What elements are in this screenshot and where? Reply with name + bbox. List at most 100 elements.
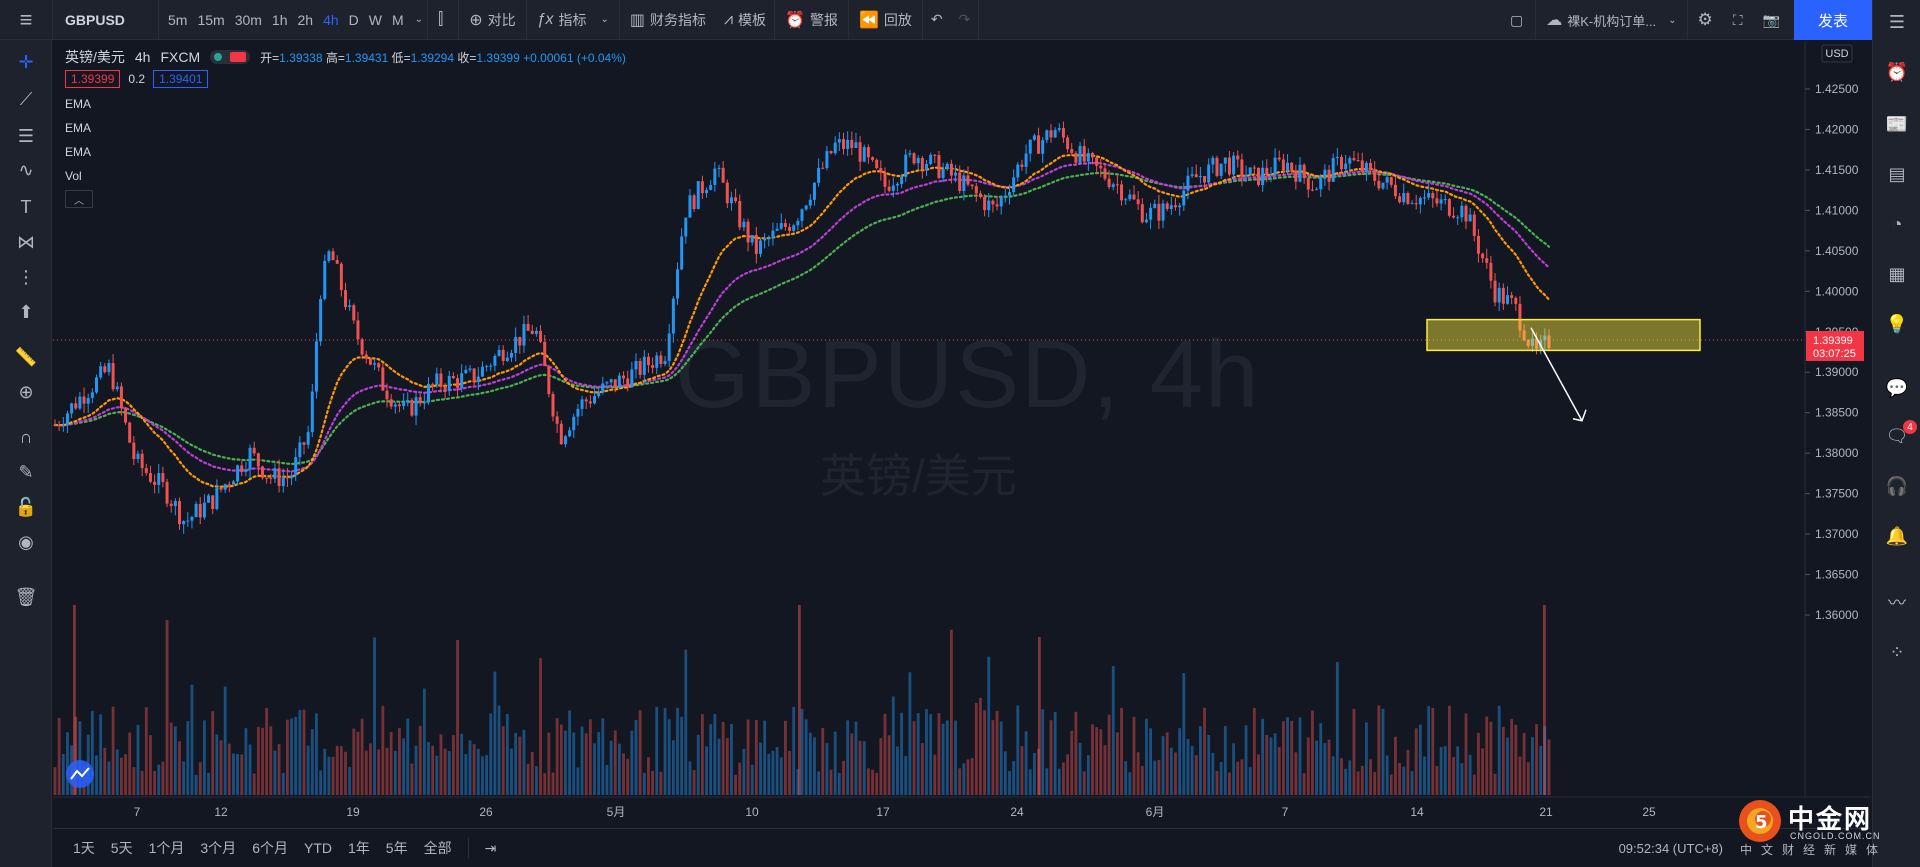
interval-D[interactable]: D bbox=[344, 12, 364, 28]
range-0[interactable]: 1天 bbox=[65, 838, 103, 858]
candle-body bbox=[485, 366, 489, 368]
candle-body bbox=[1410, 203, 1414, 205]
volume-bar bbox=[713, 714, 717, 795]
xabcd-pattern-icon[interactable]: ⋈ bbox=[14, 230, 38, 254]
watchlist-icon[interactable]: ☰ bbox=[1885, 10, 1909, 34]
price-axis[interactable] bbox=[1805, 41, 1871, 827]
interval-30m[interactable]: 30m bbox=[230, 12, 267, 28]
candle-body bbox=[1149, 207, 1153, 220]
chevron-down-icon[interactable]: ⌄ bbox=[415, 14, 423, 25]
candle-body bbox=[1136, 199, 1140, 205]
alert-button[interactable]: ⏰ 警报 bbox=[775, 0, 848, 40]
range-4[interactable]: 6个月 bbox=[244, 838, 296, 858]
interval-4h[interactable]: 4h bbox=[318, 12, 344, 28]
news-icon[interactable]: 📰 bbox=[1885, 112, 1909, 136]
magnet-icon[interactable]: ∩ bbox=[14, 425, 38, 449]
candle-body bbox=[1398, 196, 1402, 203]
zoom-in-icon[interactable]: ⊕ bbox=[14, 380, 38, 404]
compare-button[interactable]: ⊕ 对比 bbox=[459, 0, 525, 40]
clock-timezone[interactable]: 09:52:34 (UTC+8) bbox=[1619, 841, 1723, 856]
prediction-icon[interactable]: ⋮ bbox=[14, 265, 38, 289]
trend-line-icon[interactable]: ⟋ bbox=[14, 87, 38, 111]
financials-button[interactable]: ▥ 财务指标 bbox=[620, 0, 716, 40]
text-tool-icon[interactable]: T bbox=[14, 195, 38, 219]
volume-bar bbox=[759, 742, 762, 795]
camera-icon[interactable]: 📷 bbox=[1753, 0, 1790, 40]
menu-icon[interactable]: ≡ bbox=[0, 0, 52, 40]
calendar-list-icon[interactable]: ▤ bbox=[1885, 162, 1909, 186]
interval-1h[interactable]: 1h bbox=[267, 12, 293, 28]
interval-2h[interactable]: 2h bbox=[293, 12, 319, 28]
range-2[interactable]: 1个月 bbox=[141, 838, 193, 858]
chart-type-button[interactable]: ⫿ bbox=[428, 0, 458, 40]
alarm-icon[interactable]: ⏰ bbox=[1885, 60, 1909, 84]
market-status-toggle[interactable] bbox=[210, 50, 251, 64]
range-6[interactable]: 1年 bbox=[340, 838, 378, 858]
layout-select-icon[interactable]: ▢ bbox=[1498, 0, 1535, 40]
draw-mode-icon[interactable]: ✎ bbox=[14, 460, 38, 484]
support-icon[interactable]: 🎧 bbox=[1885, 474, 1909, 498]
indicator-vol[interactable]: Vol bbox=[65, 164, 626, 188]
range-5[interactable]: YTD bbox=[296, 840, 340, 856]
candle-body bbox=[759, 240, 762, 254]
eye-icon[interactable]: ◉ bbox=[14, 530, 38, 554]
layout-name-button[interactable]: ☁ 裸K-机构订单... ⌄ bbox=[1536, 0, 1686, 40]
fullscreen-icon[interactable]: ⛶ bbox=[1723, 0, 1753, 40]
interval-15m[interactable]: 15m bbox=[192, 12, 229, 28]
candle-body bbox=[933, 154, 937, 156]
indicator-ema-3[interactable]: EMA bbox=[65, 140, 626, 164]
candle-body bbox=[86, 397, 90, 404]
idea-bulb-icon[interactable]: 💡 bbox=[1885, 312, 1909, 336]
undo-button[interactable]: ↶ bbox=[923, 0, 951, 40]
interval-M[interactable]: M bbox=[387, 12, 409, 28]
candle-body bbox=[842, 139, 845, 149]
range-3[interactable]: 3个月 bbox=[192, 838, 244, 858]
candle-body bbox=[767, 238, 771, 240]
range-8[interactable]: 全部 bbox=[416, 838, 460, 858]
goto-date-icon[interactable]: ⇥ bbox=[477, 840, 505, 857]
pattern-icon[interactable]: ∿ bbox=[14, 158, 38, 182]
dots-grid-icon[interactable]: ⁘ bbox=[1885, 640, 1909, 664]
collapse-legend-button[interactable]: ︿ bbox=[65, 190, 93, 208]
candle-body bbox=[1340, 156, 1343, 170]
volume-bar bbox=[1124, 761, 1128, 795]
volume-bar bbox=[111, 706, 115, 795]
settings-gear-icon[interactable]: ⚙ bbox=[1688, 0, 1723, 40]
trash-icon[interactable]: 🗑 bbox=[14, 585, 38, 609]
crosshair-icon[interactable]: ✛ bbox=[14, 50, 38, 74]
candle-body bbox=[402, 402, 406, 407]
indicator-ema-2[interactable]: EMA bbox=[65, 116, 626, 140]
range-7[interactable]: 5年 bbox=[378, 838, 416, 858]
range-1[interactable]: 5天 bbox=[103, 838, 141, 858]
arrow-up-icon[interactable]: ⬆ bbox=[14, 300, 38, 324]
clock-icon[interactable]: ◔ bbox=[1885, 212, 1909, 236]
bell-icon[interactable]: 🔔 bbox=[1885, 524, 1909, 548]
indicators-button[interactable]: ƒx 指标 ⌄ bbox=[527, 0, 619, 40]
publish-button[interactable]: 发表 bbox=[1794, 0, 1872, 40]
interval-5m[interactable]: 5m bbox=[163, 12, 192, 28]
candle-body bbox=[393, 404, 397, 407]
lock-icon[interactable]: 🔓 bbox=[14, 495, 38, 519]
calendar-icon[interactable]: ▦ bbox=[1885, 262, 1909, 286]
supply-zone-rectangle[interactable] bbox=[1426, 318, 1701, 352]
volume-bar bbox=[402, 738, 405, 795]
volume-bar bbox=[1477, 732, 1480, 795]
buy-price-button[interactable]: 1.39401 bbox=[153, 70, 209, 88]
interval-W[interactable]: W bbox=[364, 12, 387, 28]
sell-price-button[interactable]: 1.39399 bbox=[65, 70, 121, 88]
candle-body bbox=[447, 375, 451, 391]
templates-button[interactable]: ⩘ 模板 bbox=[716, 0, 774, 40]
volume-bar bbox=[331, 756, 335, 795]
symbol-search[interactable]: GBPUSD bbox=[53, 0, 158, 40]
candle-body bbox=[115, 386, 119, 390]
chat-icon[interactable]: 💬 bbox=[1885, 376, 1909, 400]
wave-icon[interactable]: 〰 bbox=[1885, 590, 1909, 614]
logo-domain: CNGOLD.COM.CN bbox=[1790, 831, 1881, 841]
indicator-ema-1[interactable]: EMA bbox=[65, 92, 626, 116]
candle-body bbox=[385, 390, 389, 400]
candle-body bbox=[1099, 165, 1103, 169]
replay-button[interactable]: ⏪ 回放 bbox=[849, 0, 922, 40]
redo-button[interactable]: ↷ bbox=[951, 0, 979, 40]
ruler-icon[interactable]: 📏 bbox=[14, 345, 38, 369]
fib-lines-icon[interactable]: ☰ bbox=[14, 124, 38, 148]
